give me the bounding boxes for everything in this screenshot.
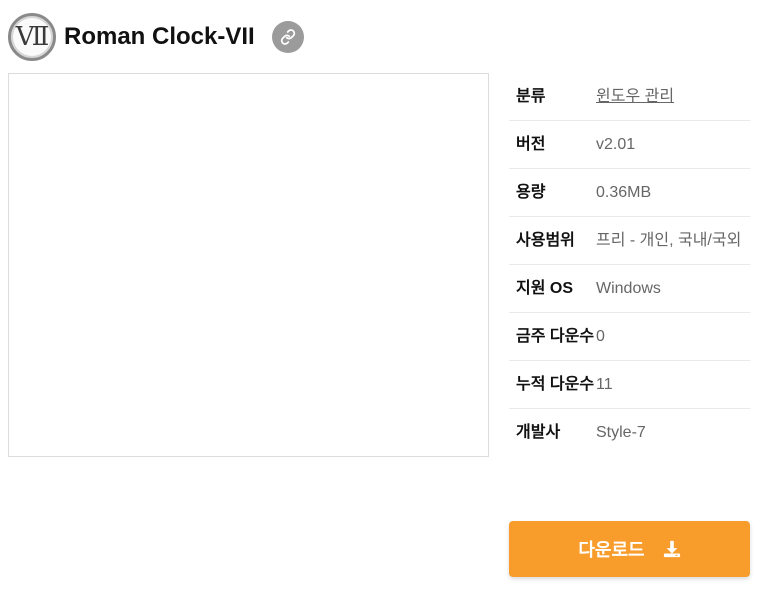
share-link-button[interactable] (271, 21, 304, 53)
info-label: 지원 OS (516, 280, 574, 297)
info-value: 윈도우 관리 (596, 85, 750, 109)
info-value: 0 (596, 328, 605, 345)
app-screenshot-preview (8, 73, 489, 457)
download-button[interactable]: 다운로드 (509, 521, 750, 577)
info-row-version: 버전 v2.01 (509, 121, 750, 169)
info-label: 개발사 (516, 424, 561, 441)
info-row-os: 지원 OS Windows (509, 265, 750, 313)
app-header: Ⅶ Roman Clock-VII (8, 13, 304, 61)
info-value: Style-7 (596, 424, 646, 441)
info-label: 사용범위 (516, 232, 575, 249)
info-label: 분류 (516, 88, 546, 105)
app-logo-text: Ⅶ (15, 22, 50, 52)
info-label: 누적 다운수 (516, 376, 595, 393)
app-logo: Ⅶ (8, 13, 56, 61)
download-label: 다운로드 (578, 540, 645, 560)
download-icon (663, 540, 681, 558)
info-label: 용량 (516, 184, 546, 201)
info-value: v2.01 (596, 136, 636, 153)
app-info-table: 분류 윈도우 관리 버전 v2.01 용량 0.36MB 사용범위 프리 - 개… (509, 73, 750, 456)
info-value: 프리 - 개인, 국내/국외 (596, 232, 742, 249)
info-label: 금주 다운수 (516, 328, 595, 345)
page-title: Roman Clock-VII (64, 23, 255, 50)
info-value: Windows (596, 280, 661, 297)
info-row-weekly-downloads: 금주 다운수 0 (509, 313, 750, 361)
link-icon (280, 29, 295, 45)
info-value: 0.36MB (596, 184, 652, 201)
info-row-category: 분류 윈도우 관리 (509, 73, 750, 121)
info-label: 버전 (516, 136, 546, 153)
info-row-total-downloads: 누적 다운수 11 (509, 361, 750, 409)
info-value: 11 (596, 376, 613, 393)
category-link[interactable]: 윈도우 관리 (596, 88, 674, 105)
info-row-license: 사용범위 프리 - 개인, 국내/국외 (509, 217, 750, 265)
info-row-size: 용량 0.36MB (509, 169, 750, 217)
info-row-developer: 개발사 Style-7 (509, 409, 750, 456)
